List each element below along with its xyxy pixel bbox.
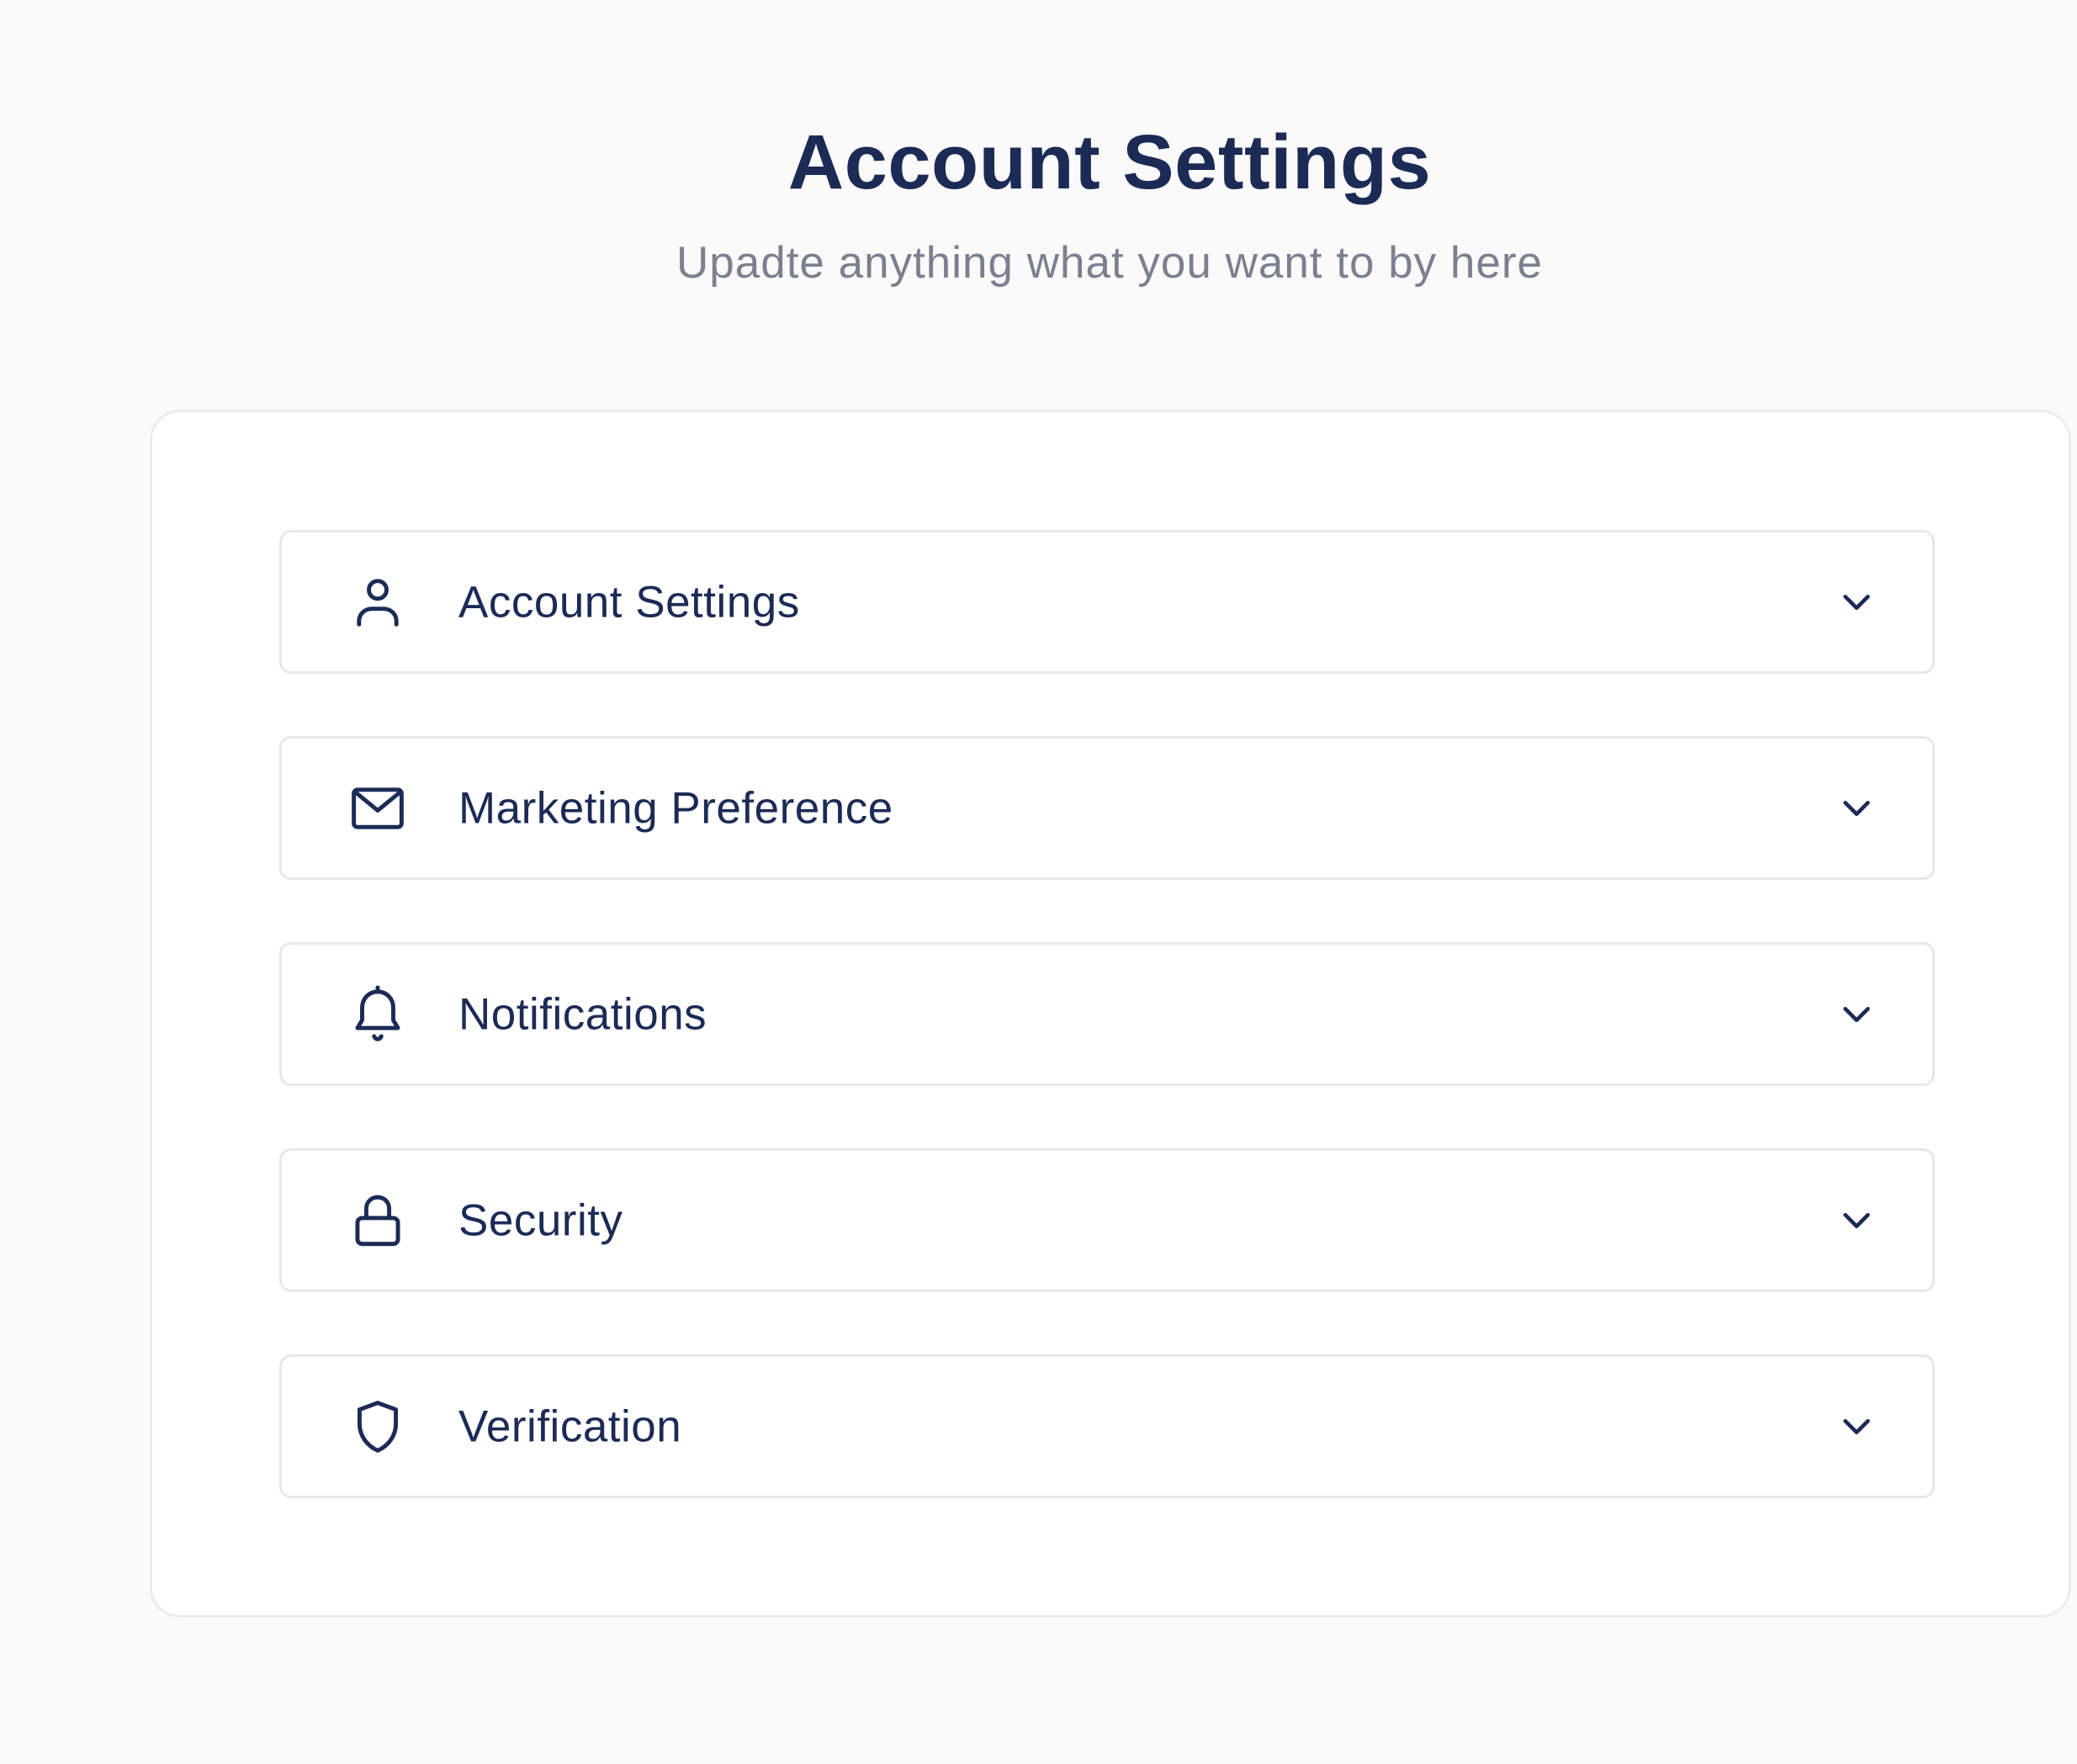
accordion-label: Notifications — [458, 989, 707, 1039]
accordion-verification[interactable]: Verification — [279, 1354, 1935, 1498]
lock-icon — [347, 1189, 409, 1252]
chevron-down-icon[interactable] — [1837, 995, 1876, 1034]
chevron-down-icon[interactable] — [1837, 1201, 1876, 1240]
chevron-down-icon[interactable] — [1837, 1407, 1876, 1446]
accordion-label: Security — [458, 1195, 623, 1245]
chevron-down-icon[interactable] — [1837, 583, 1876, 622]
accordion-account-settings[interactable]: Account Settings — [279, 530, 1935, 674]
accordion-marketing-preference[interactable]: Marketing Preference — [279, 736, 1935, 880]
accordion-label: Account Settings — [458, 577, 800, 627]
user-icon — [347, 571, 409, 633]
accordion-label: Marketing Preference — [458, 783, 893, 833]
accordion-label: Verification — [458, 1401, 682, 1451]
shield-icon — [347, 1396, 409, 1458]
accordion-security[interactable]: Security — [279, 1148, 1935, 1292]
page-subtitle: Upadte anything what you want to by here — [676, 238, 1543, 288]
chevron-down-icon[interactable] — [1837, 789, 1876, 828]
page-title: Account Settings — [787, 119, 1432, 205]
bell-icon — [347, 983, 409, 1046]
mail-icon — [347, 777, 409, 840]
accordion-notifications[interactable]: Notifications — [279, 942, 1935, 1086]
